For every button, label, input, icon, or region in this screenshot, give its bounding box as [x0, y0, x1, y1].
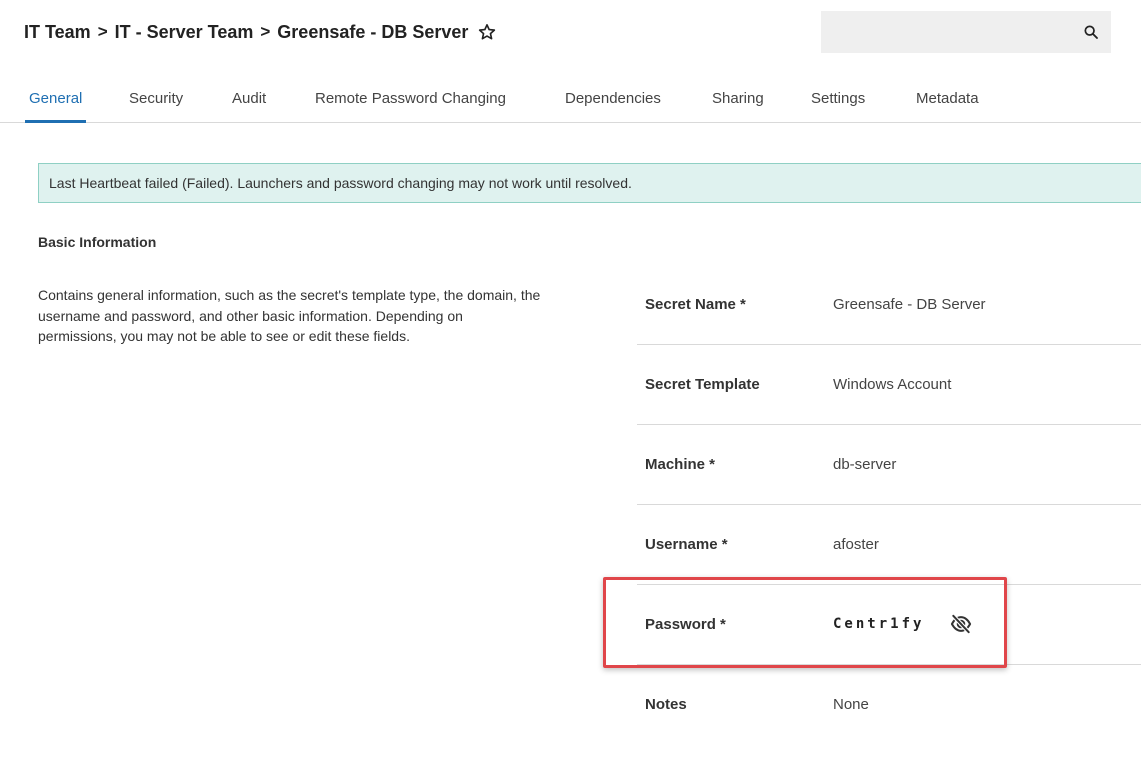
breadcrumb-it-server-team[interactable]: IT - Server Team	[115, 22, 254, 43]
machine-value: db-server	[833, 456, 897, 473]
section-description: Contains general information, such as th…	[38, 287, 541, 344]
tab-bar: General Security Audit Remote Password C…	[0, 80, 1141, 123]
tab-dependencies[interactable]: Dependencies	[565, 80, 661, 122]
password-value: Centr1fy	[833, 616, 925, 632]
tab-settings[interactable]: Settings	[811, 80, 865, 122]
field-label: Notes	[645, 696, 687, 713]
breadcrumb-separator: >	[97, 22, 108, 41]
field-label: Secret Template	[645, 376, 760, 393]
field-row-username: Username * afoster	[637, 505, 1141, 585]
notes-value: None	[833, 696, 869, 713]
field-label: Secret Name *	[645, 296, 746, 313]
field-row-notes: Notes None	[637, 665, 1141, 745]
field-row-password: Password * Centr1fy	[637, 585, 1141, 665]
tab-general[interactable]: General	[24, 80, 87, 123]
tab-remote-password-changing[interactable]: Remote Password Changing	[315, 80, 506, 122]
section-title: Basic Information	[38, 234, 157, 250]
field-label: Machine *	[645, 456, 716, 473]
page-title: Greensafe - DB Server	[277, 21, 469, 42]
tab-audit[interactable]: Audit	[232, 80, 266, 122]
field-row-machine: Machine * db-server	[637, 425, 1141, 505]
username-value: afoster	[833, 536, 879, 553]
secret-name-value: Greensafe - DB Server	[833, 296, 986, 313]
heartbeat-alert: Last Heartbeat failed (Failed). Launcher…	[38, 163, 1141, 203]
field-label: Username *	[645, 536, 728, 553]
secret-template-value: Windows Account	[833, 376, 952, 393]
search-input[interactable]	[821, 11, 1071, 53]
field-row-secret-template: Secret Template Windows Account	[637, 345, 1141, 425]
breadcrumb-it-team[interactable]: IT Team	[24, 22, 91, 43]
tab-security[interactable]: Security	[129, 80, 183, 122]
search-icon[interactable]	[1071, 11, 1111, 53]
star-outline-icon[interactable]	[478, 23, 496, 41]
eye-off-icon[interactable]	[950, 614, 972, 634]
breadcrumb-separator: >	[260, 22, 271, 41]
secret-fields: Secret Name * Greensafe - DB Server Secr…	[637, 265, 1141, 745]
tab-sharing[interactable]: Sharing	[712, 80, 764, 122]
field-label: Password *	[645, 616, 726, 633]
breadcrumb: IT Team > IT - Server Team > Greensafe -…	[24, 20, 496, 44]
field-row-secret-name: Secret Name * Greensafe - DB Server	[637, 265, 1141, 345]
tab-metadata[interactable]: Metadata	[916, 80, 979, 122]
search-box	[821, 11, 1111, 53]
